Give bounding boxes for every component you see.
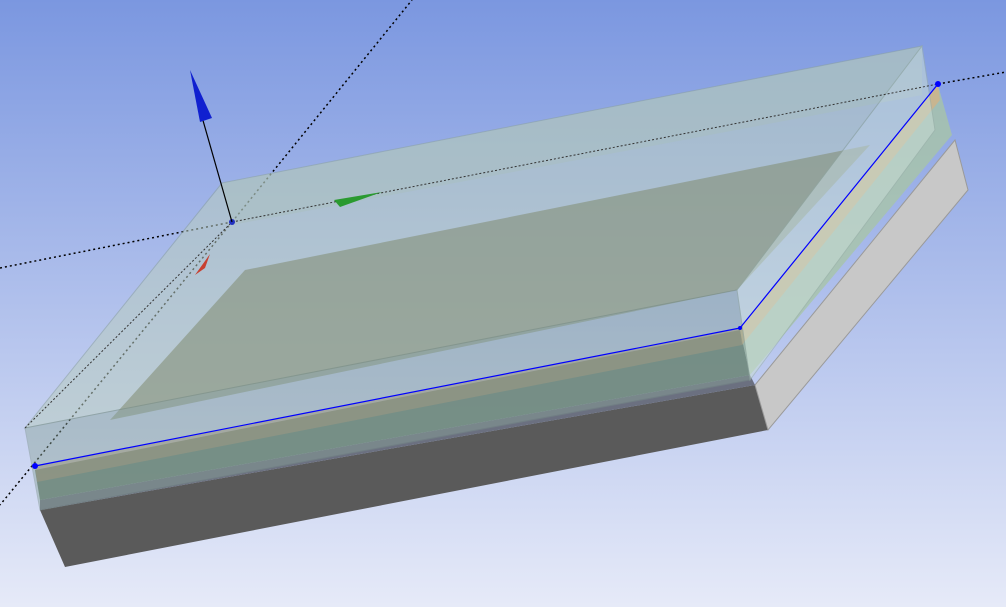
vertex-point[interactable] xyxy=(738,326,742,330)
model-scene[interactable] xyxy=(0,0,1006,607)
vertex-point[interactable] xyxy=(32,463,38,469)
vertex-point[interactable] xyxy=(935,81,941,87)
3d-viewport[interactable] xyxy=(0,0,1006,607)
